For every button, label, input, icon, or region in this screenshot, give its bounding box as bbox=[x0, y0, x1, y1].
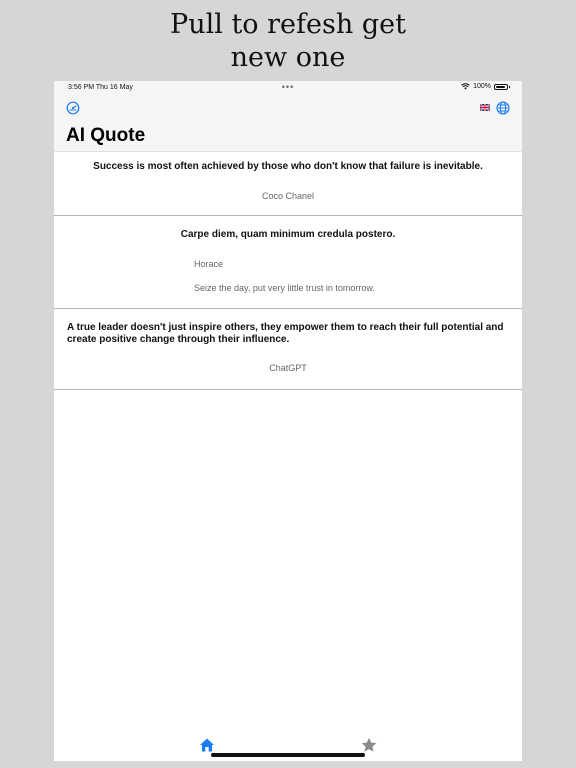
globe-icon[interactable] bbox=[496, 101, 510, 115]
promo-title-line-1: Pull to refesh get bbox=[170, 9, 406, 40]
tab-bar bbox=[54, 731, 522, 761]
battery-percent: 100% bbox=[473, 83, 491, 90]
home-indicator[interactable] bbox=[211, 753, 365, 757]
quote-translation: Seize the day, put very little trust in … bbox=[194, 283, 375, 293]
promo-title-line-2: new one bbox=[230, 42, 346, 73]
quote-author: Horace bbox=[194, 259, 224, 269]
wifi-icon bbox=[461, 83, 470, 90]
page-title: AI Quote bbox=[66, 125, 146, 146]
quote-author: ChatGPT bbox=[269, 363, 307, 373]
status-right: 100% bbox=[461, 83, 510, 90]
uk-flag-icon[interactable] bbox=[480, 104, 490, 111]
quote-list[interactable]: Success is most often achieved by those … bbox=[54, 152, 522, 390]
quote-text: A true leader doesn't just inspire other… bbox=[67, 322, 504, 345]
quote-text: Carpe diem, quam minimum credula postero… bbox=[180, 229, 396, 240]
quote-card[interactable]: A true leader doesn't just inspire other… bbox=[54, 309, 522, 390]
quote-card[interactable]: Carpe diem, quam minimum credula postero… bbox=[54, 216, 522, 309]
status-bar: 3:56 PM Thu 16 May ••• 100% bbox=[54, 81, 522, 95]
star-icon[interactable] bbox=[361, 737, 377, 753]
navigation-header: 3:56 PM Thu 16 May ••• 100% AI Quote bbox=[54, 81, 522, 152]
promo-title: Pull to refesh get new one bbox=[0, 8, 576, 74]
multitasking-dots[interactable]: ••• bbox=[54, 82, 522, 92]
settings-gauge-icon[interactable] bbox=[66, 101, 80, 115]
quote-card[interactable]: Success is most often achieved by those … bbox=[54, 152, 522, 216]
quote-author: Coco Chanel bbox=[261, 191, 315, 201]
house-icon[interactable] bbox=[199, 737, 215, 753]
quote-text: Success is most often achieved by those … bbox=[93, 161, 483, 172]
battery-icon bbox=[494, 83, 510, 90]
device-screen: 3:56 PM Thu 16 May ••• 100% AI Quote Suc… bbox=[54, 81, 522, 761]
